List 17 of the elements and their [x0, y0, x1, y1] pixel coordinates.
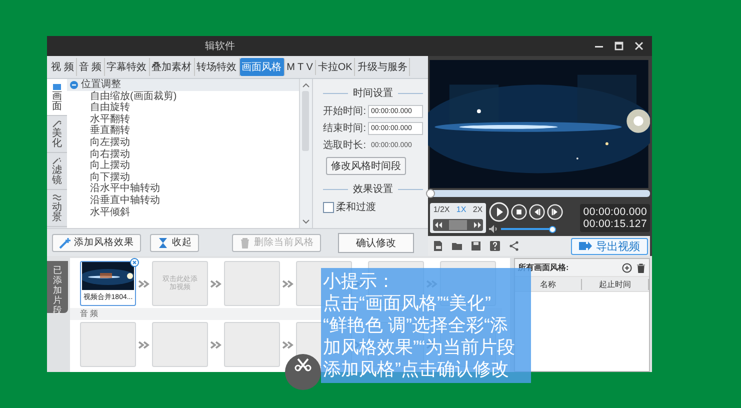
caption-line: 小提示：	[323, 270, 396, 292]
caption-line: 添加风格”点击确认修改	[323, 358, 510, 380]
checkbox-label: 柔和过渡	[336, 200, 376, 214]
column-header: 起止时间	[582, 278, 649, 290]
caption-line: 点击“画面风格”“美化”	[323, 292, 492, 314]
section-heading: 时间设置	[323, 86, 423, 100]
current-time: 00:00:00.000	[583, 206, 647, 218]
caption-line: “鲜艳色 调”选择全彩“添	[323, 314, 509, 336]
tree-group-label: 位置调整	[81, 79, 121, 90]
total-time: 00:00:15.127	[583, 218, 647, 230]
field-label: 结束时间:	[323, 122, 366, 135]
section-heading: 效果设置	[323, 182, 423, 196]
field-label: 开始时间:	[323, 104, 366, 118]
caption-line: 加风格效果”“为当前片段	[323, 336, 516, 358]
window-title: 辑软件	[205, 40, 236, 53]
field-label: 选取时长:	[323, 138, 366, 152]
track-label: 音 频	[80, 308, 98, 320]
